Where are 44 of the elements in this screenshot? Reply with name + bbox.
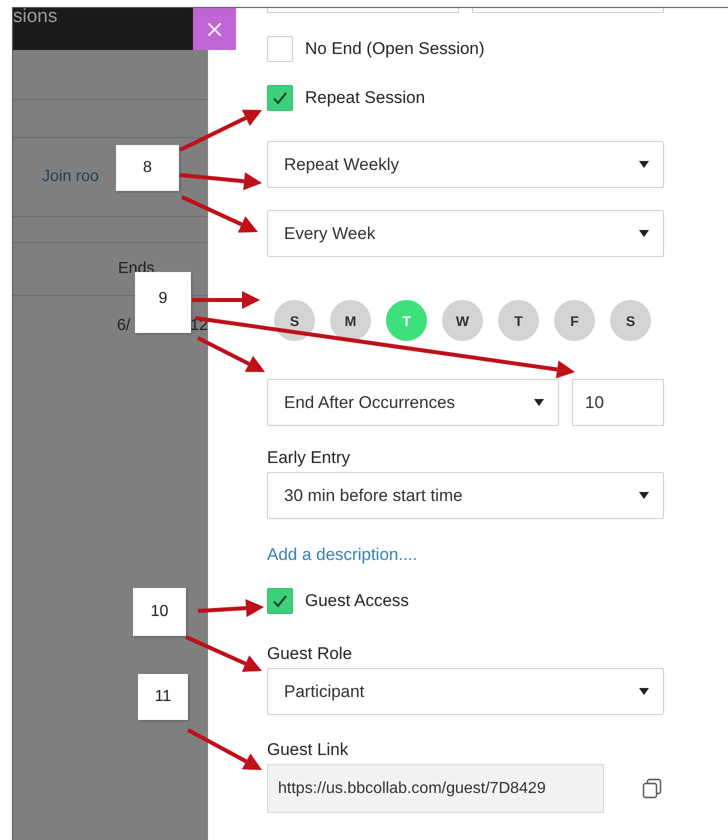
checkbox-label: Guest Access [305, 591, 409, 611]
day-button[interactable]: S [274, 300, 315, 341]
add-description-link[interactable]: Add a description.... [267, 545, 418, 565]
arrow [198, 599, 264, 618]
copy-icon[interactable] [641, 778, 663, 800]
arrow [192, 291, 260, 309]
callout-label: 8 [116, 145, 179, 191]
day-button[interactable]: W [442, 300, 483, 341]
input-field[interactable] [267, 8, 459, 13]
day-button[interactable]: F [554, 300, 595, 341]
callout-label: 11 [138, 674, 188, 720]
caret-icon [639, 230, 649, 237]
table-cell: 6/ [117, 317, 130, 335]
input-field[interactable] [472, 8, 664, 13]
caret-icon [639, 161, 649, 168]
field-label: Guest Link [267, 740, 350, 760]
day-button[interactable]: T [498, 300, 539, 341]
caret-icon [639, 688, 649, 695]
dropdown[interactable]: Every Week [267, 210, 664, 257]
dropdown-value: Participant [284, 682, 366, 702]
callout-label: 10 [133, 588, 186, 636]
dropdown[interactable]: 30 min before start time [267, 472, 664, 519]
field-label: Guest Role [267, 644, 354, 664]
day-button[interactable]: S [610, 300, 651, 341]
dropdown-value: Every Week [284, 224, 376, 244]
dropdown-value: Repeat Weekly [284, 154, 400, 174]
checkbox-label: No End (Open Session) [305, 39, 485, 59]
field-label: Early Entry [267, 448, 352, 468]
dropdown[interactable]: Repeat Weekly [267, 141, 664, 188]
callout-label: 9 [135, 272, 191, 333]
checkbox[interactable] [267, 588, 293, 614]
dropdown-value: End After Occurrences [284, 392, 456, 412]
guest-link-field[interactable]: https://us.bbcollab.com/guest/7D8429 [267, 764, 604, 813]
caret-icon [639, 492, 649, 499]
page-title: sions [13, 8, 58, 28]
checkbox[interactable] [267, 85, 293, 111]
dropdown-value: 30 min before start time [284, 486, 464, 506]
day-button[interactable]: M [330, 300, 371, 341]
count-field[interactable]: 10 [572, 379, 664, 426]
checkbox-label: Repeat Session [305, 88, 426, 108]
dropdown[interactable]: End After Occurrences [267, 379, 559, 426]
checkbox[interactable] [267, 36, 293, 62]
dropdown[interactable]: Participant [267, 668, 664, 715]
caret-icon [534, 399, 544, 406]
